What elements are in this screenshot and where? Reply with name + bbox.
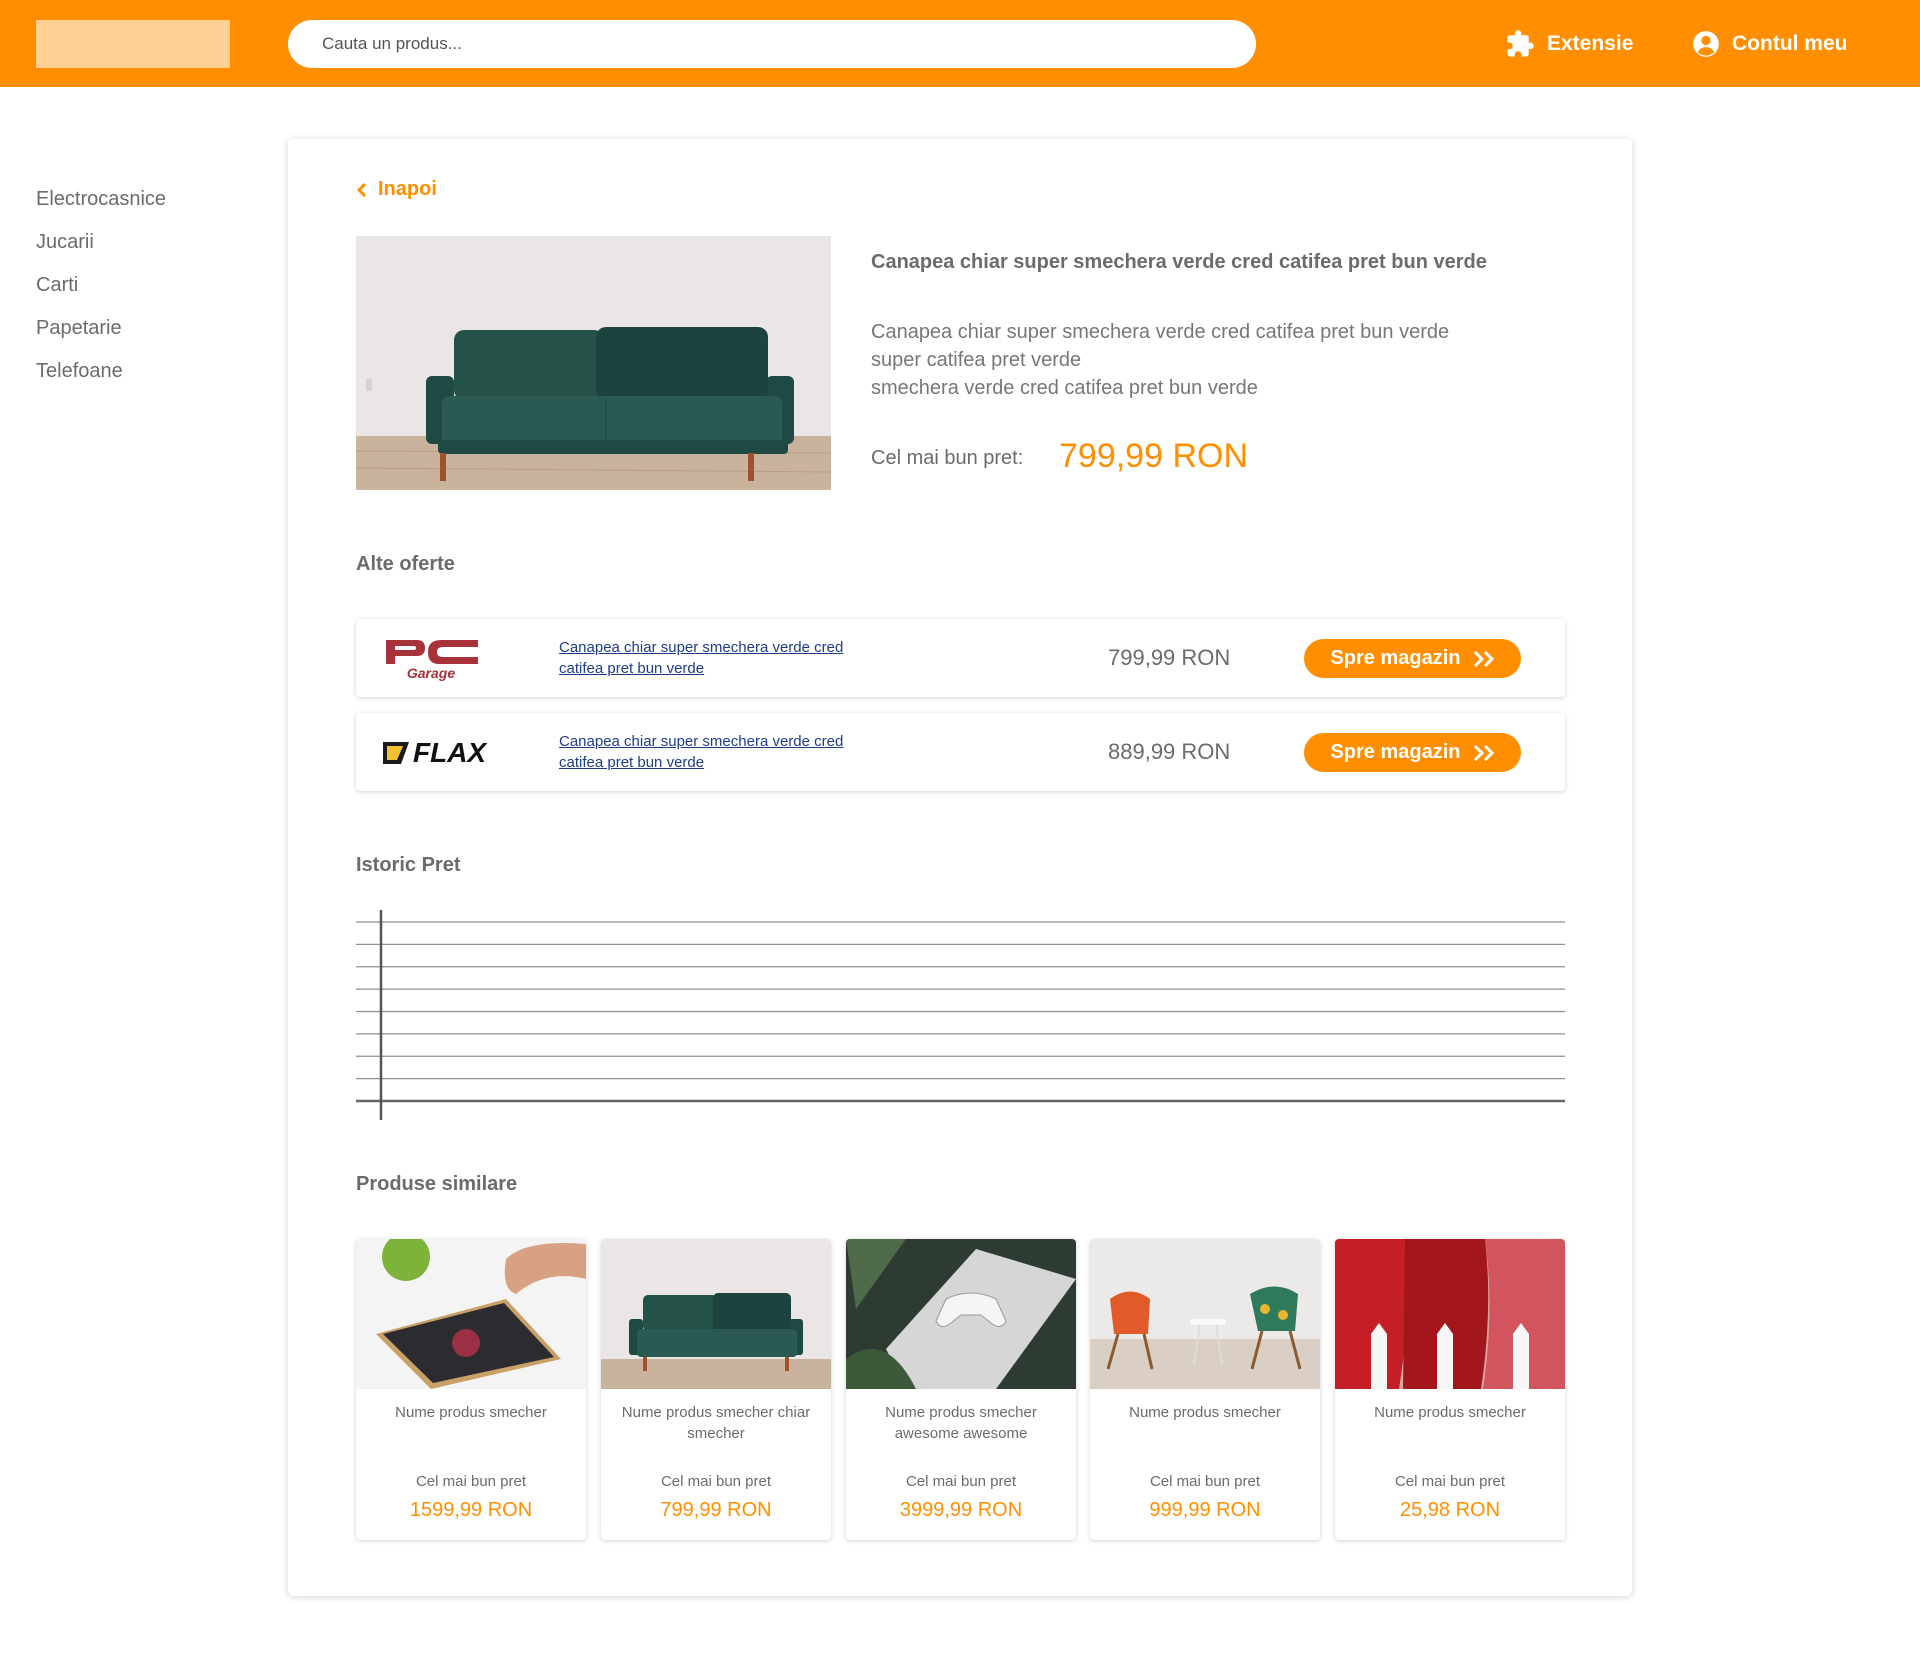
go-to-store-button[interactable]: Spre magazin	[1304, 733, 1521, 772]
go-to-store-button[interactable]: Spre magazin	[1304, 639, 1521, 678]
similar-best-price-label: Cel mai bun pret	[905, 1473, 1017, 1490]
similar-product-name: Nume produs smecher	[1374, 1404, 1526, 1421]
similar-product-card[interactable]: Nume produs smecher awesome awesome Cel …	[846, 1239, 1076, 1540]
search-box[interactable]	[288, 20, 1256, 68]
description-line: super catifea pret verde	[871, 349, 1082, 371]
sidebar-item-electrocasnice[interactable]: Electrocasnice	[36, 178, 166, 221]
svg-text:FLAX: FLAX	[413, 737, 488, 768]
offer-price: 889,99 RON	[1108, 739, 1231, 764]
double-chevron-right-icon	[1473, 650, 1494, 667]
best-price: 799,99 RON	[1059, 437, 1248, 475]
description-line: smechera verde cred catifea pret bun ver…	[871, 377, 1258, 399]
back-label: Inapoi	[378, 178, 437, 200]
sidebar-item-jucarii[interactable]: Jucarii	[36, 221, 166, 264]
similar-product-card[interactable]: Nume produs smecher Cel mai bun pret 159…	[356, 1239, 586, 1540]
site-logo[interactable]	[36, 20, 230, 68]
sidebar-item-carti[interactable]: Carti	[36, 264, 166, 307]
offers-title: Alte oferte	[356, 553, 455, 575]
similar-product-name: Nume produs smecher chiar smecher	[621, 1404, 811, 1442]
user-circle-icon	[1693, 31, 1719, 57]
price-history-title: Istoric Pret	[356, 854, 461, 876]
product-description: Canapea chiar super smechera verde cred …	[871, 318, 1449, 402]
extension-link[interactable]: Extensie	[1505, 24, 1633, 64]
similar-product-price: 3999,99 RON	[899, 1499, 1023, 1521]
pc-garage-logo: Garage	[386, 640, 478, 681]
back-link[interactable]: Inapoi	[356, 178, 437, 201]
product-title: Canapea chiar super smechera verde cred …	[871, 251, 1487, 273]
product-thumbnail	[1090, 1239, 1320, 1389]
offer-product-link[interactable]: Canapea chiar super smechera verde cred …	[559, 731, 879, 773]
product-thumbnail	[846, 1239, 1076, 1389]
offer-row: Garage Canapea chiar super smechera verd…	[356, 619, 1565, 697]
account-link[interactable]: Contul meu	[1692, 24, 1848, 64]
similar-product-price: 25,98 RON	[1399, 1499, 1501, 1521]
similar-product-price: 1599,99 RON	[409, 1499, 533, 1521]
similar-best-price-label: Cel mai bun pret	[415, 1473, 527, 1490]
similar-best-price-label: Cel mai bun pret	[1149, 1473, 1261, 1490]
similar-product-name: Nume produs smecher	[1129, 1404, 1281, 1421]
puzzle-icon	[1507, 30, 1534, 57]
search-input[interactable]	[320, 33, 1224, 55]
product-image	[356, 236, 831, 490]
similar-product-name: Nume produs smecher awesome awesome	[885, 1404, 1037, 1442]
product-thumbnail	[356, 1239, 586, 1389]
similar-product-price: 999,99 RON	[1149, 1499, 1261, 1521]
offer-row: FLAX Canapea chiar super smechera verde …	[356, 713, 1565, 791]
similar-best-price-label: Cel mai bun pret	[660, 1473, 772, 1490]
category-sidebar: Electrocasnice Jucarii Carti Papetarie T…	[36, 178, 166, 393]
best-price-label: Cel mai bun pret:	[871, 447, 1024, 469]
similar-product-card[interactable]: Nume produs smecher chiar smecher Cel ma…	[601, 1239, 831, 1540]
go-to-store-label: Spre magazin	[1330, 647, 1461, 669]
similar-product-card[interactable]: Nume produs smecher Cel mai bun pret 999…	[1090, 1239, 1320, 1540]
description-line: Canapea chiar super smechera verde cred …	[871, 321, 1450, 343]
similar-product-price: 799,99 RON	[660, 1499, 772, 1521]
similar-best-price-label: Cel mai bun pret	[1394, 1473, 1506, 1490]
chevron-left-icon	[356, 182, 367, 197]
double-chevron-right-icon	[1473, 744, 1494, 761]
product-thumbnail	[601, 1239, 831, 1389]
top-bar: Extensie Contul meu	[0, 0, 1920, 87]
similar-products-title: Produse similare	[356, 1173, 518, 1195]
sidebar-item-telefoane[interactable]: Telefoane	[36, 350, 166, 393]
account-label: Contul meu	[1732, 32, 1848, 55]
product-thumbnail	[1335, 1239, 1565, 1389]
extension-label: Extensie	[1547, 32, 1634, 55]
offer-product-link[interactable]: Canapea chiar super smechera verde cred …	[559, 637, 879, 679]
price-history-chart	[356, 910, 1565, 1120]
sidebar-item-papetarie[interactable]: Papetarie	[36, 307, 166, 350]
similar-product-name: Nume produs smecher	[395, 1404, 547, 1421]
offer-price: 799,99 RON	[1108, 645, 1231, 670]
go-to-store-label: Spre magazin	[1330, 741, 1461, 763]
svg-text:Garage: Garage	[407, 665, 455, 681]
similar-product-card[interactable]: Nume produs smecher Cel mai bun pret 25,…	[1335, 1239, 1565, 1540]
flax-logo: FLAX	[383, 737, 488, 768]
